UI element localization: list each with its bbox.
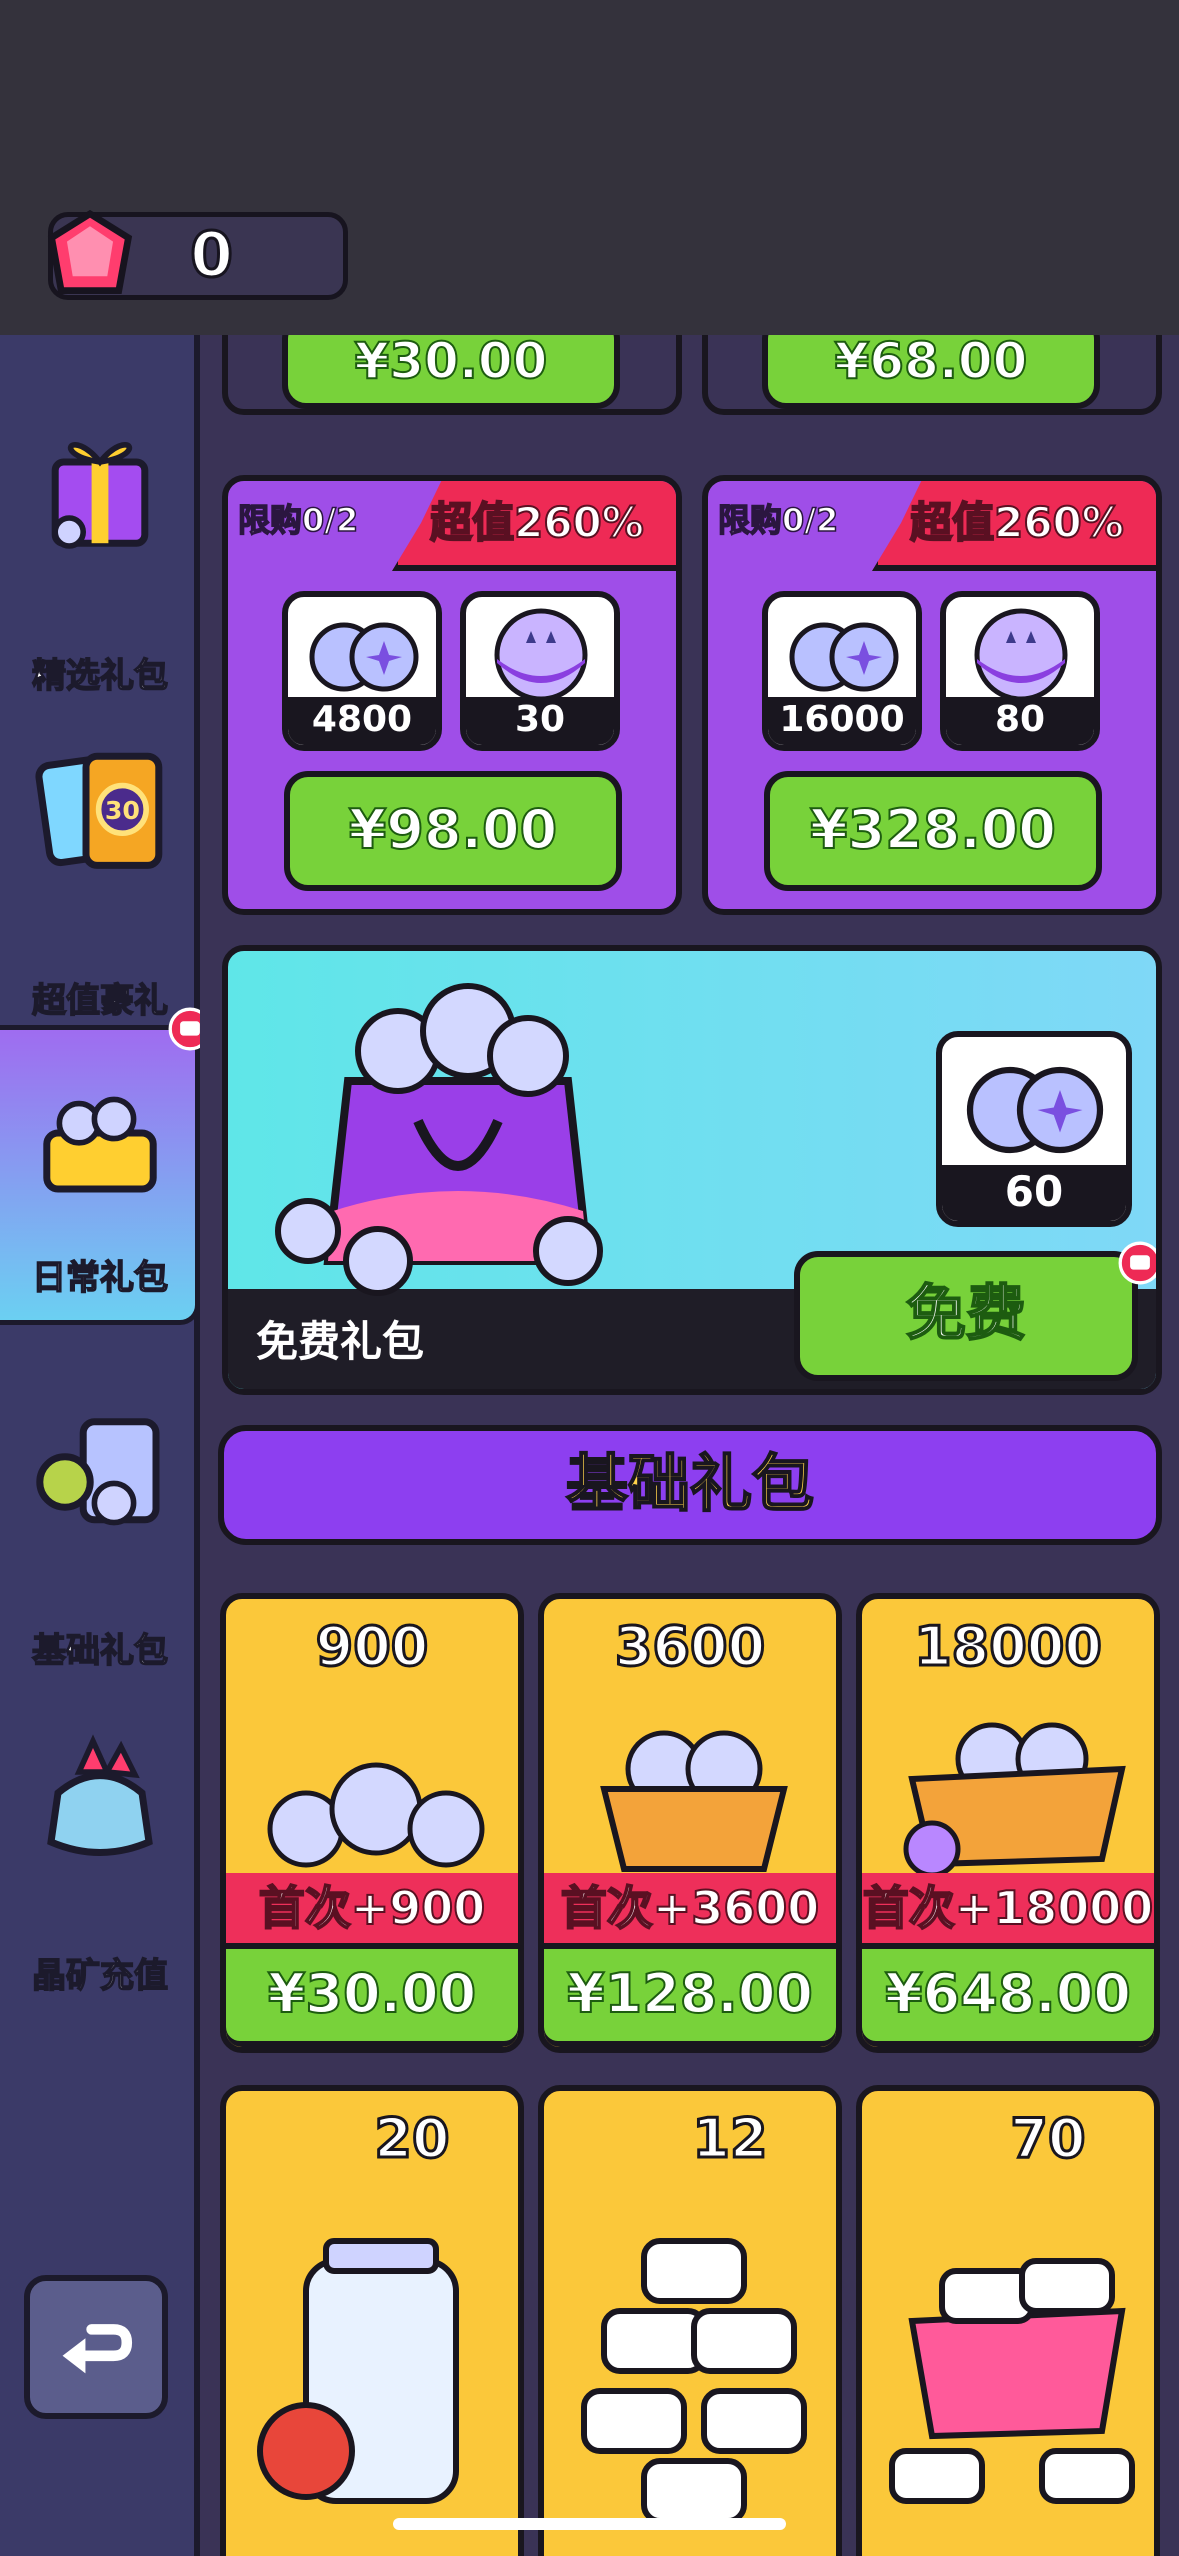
limit-label: 限购0/2 [237,500,359,540]
item-box: 16000 [762,591,922,751]
sidebar-label-crystal: 晶矿充值 [31,1955,169,1997]
price-button[interactable]: ¥648.00 [862,1943,1154,2047]
price-button[interactable]: ¥30.00 [226,1943,518,2047]
sidebar-item-crystal[interactable]: 晶矿充值 [0,1730,200,2030]
item-pack-3[interactable]: 70 [856,2085,1160,2556]
value-ribbon: 超值260% [392,481,676,571]
crystal-bag-icon [275,983,603,1296]
capsule-egg-icon [974,608,1068,702]
basic-pack-1[interactable]: 900 首次+900 ¥30.00 [220,1593,524,2053]
first-bonus: 首次+900 [226,1873,518,1943]
item-box: 4800 [282,591,442,751]
crystal-orb-icon [966,1066,1104,1154]
value-ribbon: 超值260% [872,481,1156,571]
pack-amount: 900 [314,1614,430,1680]
lunchbox-stack-icon [581,2238,807,2524]
price-button[interactable]: ¥128.00 [544,1943,836,2047]
item-count: 4800 [288,697,436,745]
home-indicator [393,2518,786,2530]
sidebar-label-basic: 基础礼包 [31,1630,169,1672]
free-pack-card: 免费礼包 60 免费 [222,945,1162,1395]
crystal-basket-icon [600,1730,788,1872]
pack-amount: 70 [1009,2106,1087,2172]
gem-count: 0 [188,217,234,293]
notification-badge-icon [1118,1241,1156,1285]
item-count: 80 [946,697,1094,745]
price-button[interactable]: ¥328.00 [764,771,1102,891]
item-pack-2[interactable]: 12 [538,2085,842,2556]
price-button-top-1[interactable]: ¥30.00 [282,335,620,409]
shop-content: ¥30.00 ¥68.00 限购0/2 超值260% 4800 30 ¥98.0… [200,335,1179,2556]
crystal-orb-icon [789,622,899,692]
price-button-top-2[interactable]: ¥68.00 [762,335,1100,409]
crystal-cart-icon [903,1722,1126,1878]
limit-label: 限购0/2 [717,500,839,540]
first-bonus: 首次+18000 [862,1873,1154,1943]
item-pack-1[interactable]: 20 [220,2085,524,2556]
sidebar: 精选礼包 30 超值豪礼 日常礼包 基础礼包 晶矿充值 [0,335,212,2556]
crystal-orb-icon [309,622,419,692]
sidebar-item-daily[interactable]: 日常礼包 [0,1025,200,1325]
capsule-egg-icon [494,608,588,702]
pack-amount: 12 [691,2106,769,2172]
back-button[interactable] [24,2275,168,2419]
pack-amount: 3600 [613,1614,766,1680]
basic-pack-3[interactable]: 18000 首次+18000 ¥648.00 [856,1593,1160,2053]
basic-pack-2[interactable]: 3600 首次+3600 ¥128.00 [538,1593,842,2053]
sidebar-label-daily: 日常礼包 [31,1257,169,1299]
sidebar-item-featured[interactable]: 精选礼包 [0,420,200,720]
crystal-pouch-icon [47,1734,153,1856]
pack-amount: 18000 [913,1614,1104,1680]
daily-basket-icon [43,1096,157,1193]
basic-pack-icon [36,1418,160,1526]
item-box: 80 [940,591,1100,751]
back-arrow-icon [62,2324,133,2374]
sidebar-label-featured: 精选礼包 [31,655,169,697]
sidebar-item-deluxe[interactable]: 30 超值豪礼 [0,745,200,1045]
value-pack-2: 限购0/2 超值260% 16000 80 ¥328.00 [702,475,1162,915]
section-title-basic: 基础礼包 [218,1425,1162,1545]
item-box: 30 [460,591,620,751]
item-count: 16000 [768,697,916,745]
card-badge-number: 30 [105,796,140,825]
cards-icon: 30 [35,752,163,869]
free-pack-title: 免费礼包 [256,1317,425,1366]
sidebar-item-basic[interactable]: 基础礼包 [0,1405,200,1705]
value-pack-1: 限购0/2 超值260% 4800 30 ¥98.00 [222,475,682,915]
crystal-pile-icon [267,1762,485,1868]
price-button[interactable]: ¥98.00 [284,771,622,891]
pack-amount: 20 [373,2106,451,2172]
gift-box-icon [51,442,149,549]
ruby-gem-icon [47,209,133,294]
first-bonus: 首次+3600 [544,1873,836,1943]
free-claim-button[interactable]: 免费 [794,1251,1138,1381]
lunchbox-cart-icon [889,2258,1135,2504]
item-count: 60 [942,1165,1126,1221]
free-item-box: 60 [936,1031,1132,1227]
capsule-jar-icon [257,2238,459,2504]
item-count: 30 [466,697,614,745]
